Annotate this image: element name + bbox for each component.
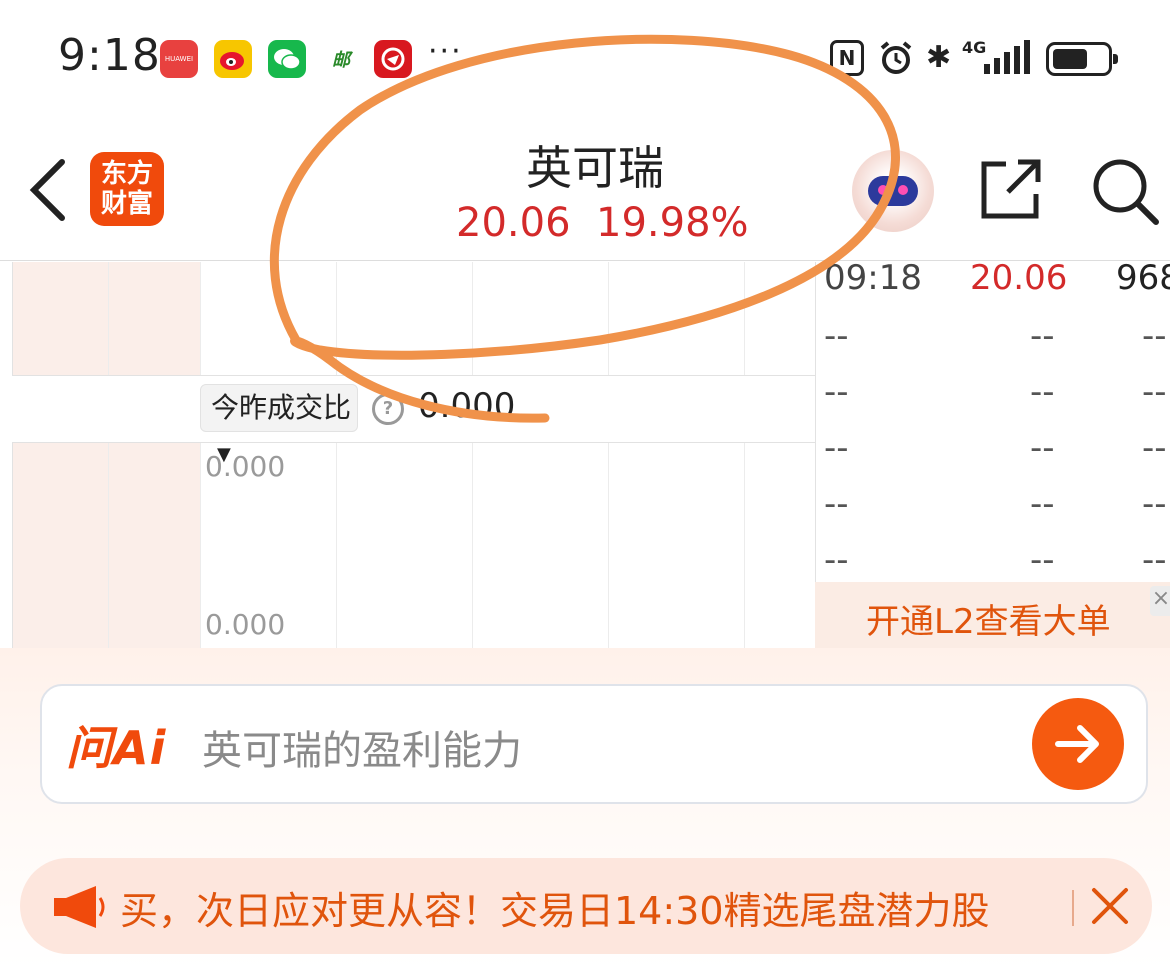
indicator-selector[interactable]: 今昨成交比▼ xyxy=(200,384,358,465)
promo-close-icon[interactable] xyxy=(1090,884,1130,928)
trade-price: 20.06 xyxy=(970,258,1068,298)
bluetooth-icon: ✱ xyxy=(926,40,952,75)
weibo-icon xyxy=(214,40,252,78)
trade-time: -- xyxy=(824,484,849,524)
huawei-app-label: HUAWEI xyxy=(164,55,194,63)
info-icon[interactable]: ? xyxy=(372,393,404,425)
wechat-icon xyxy=(268,40,306,78)
ratio-chart-panel[interactable] xyxy=(12,442,816,652)
axis-min-label: 0.000 xyxy=(205,608,286,641)
trade-volume: -- xyxy=(1142,428,1167,468)
trade-time: -- xyxy=(824,540,849,580)
trade-row: 09:18 20.06 968 xyxy=(824,258,1170,314)
trade-volume: -- xyxy=(1142,484,1167,524)
post-app-label: 邮 xyxy=(332,50,350,71)
trade-time: -- xyxy=(824,428,849,468)
status-more-icon: ··· xyxy=(428,34,463,69)
alarm-icon xyxy=(878,40,914,76)
ai-logo: 问Ai xyxy=(66,721,167,775)
nfc-icon: N xyxy=(830,40,864,76)
trade-time: -- xyxy=(824,372,849,412)
arrow-right-icon xyxy=(1055,725,1099,763)
stock-price: 20.06 xyxy=(456,200,571,246)
share-icon[interactable] xyxy=(978,156,1044,222)
trade-row: -- -- -- xyxy=(824,428,1170,484)
ai-query-text[interactable]: 英可瑞的盈利能力 xyxy=(202,718,522,776)
signal-icon: 4G xyxy=(962,38,1032,76)
ai-send-button[interactable] xyxy=(1032,698,1124,790)
promo-text[interactable]: 买，次日应对更从容！交易日14:30精选尾盘潜力股 xyxy=(120,880,1068,936)
indicator-value: 0.000 xyxy=(418,386,516,426)
trade-row: -- -- -- xyxy=(824,316,1170,372)
trade-volume: -- xyxy=(1142,540,1167,580)
indicator-selector-label: 今昨成交比 xyxy=(211,391,352,424)
post-app-icon: 邮 xyxy=(322,40,360,78)
battery-icon xyxy=(1046,42,1118,76)
trade-time: 09:18 xyxy=(824,258,922,298)
axis-max-label: 0.000 xyxy=(205,450,286,483)
l2-upgrade-text[interactable]: 开通L2查看大单 xyxy=(866,594,1111,643)
trade-volume: -- xyxy=(1142,372,1167,412)
trade-volume: 968 xyxy=(1116,258,1170,298)
stock-change-percent: 19.98% xyxy=(596,200,749,246)
status-time: 9:18 xyxy=(58,30,161,81)
red-app-icon xyxy=(374,40,412,78)
megaphone-icon xyxy=(50,882,106,932)
trade-price: -- xyxy=(1030,484,1055,524)
trade-price: -- xyxy=(1030,372,1055,412)
trade-price: -- xyxy=(1030,540,1055,580)
trade-price: -- xyxy=(1030,316,1055,356)
trade-price: -- xyxy=(1030,428,1055,468)
trade-time: -- xyxy=(824,316,849,356)
ai-assistant-avatar[interactable] xyxy=(852,150,934,232)
volume-chart-panel[interactable] xyxy=(12,262,816,376)
trade-volume: -- xyxy=(1142,316,1167,356)
search-icon[interactable] xyxy=(1090,156,1160,226)
huawei-app-icon: HUAWEI xyxy=(160,40,198,78)
promo-divider xyxy=(1072,890,1074,926)
trade-row: -- -- -- xyxy=(824,372,1170,428)
l2-close-icon[interactable]: × xyxy=(1150,586,1170,616)
trade-row: -- -- -- xyxy=(824,484,1170,540)
